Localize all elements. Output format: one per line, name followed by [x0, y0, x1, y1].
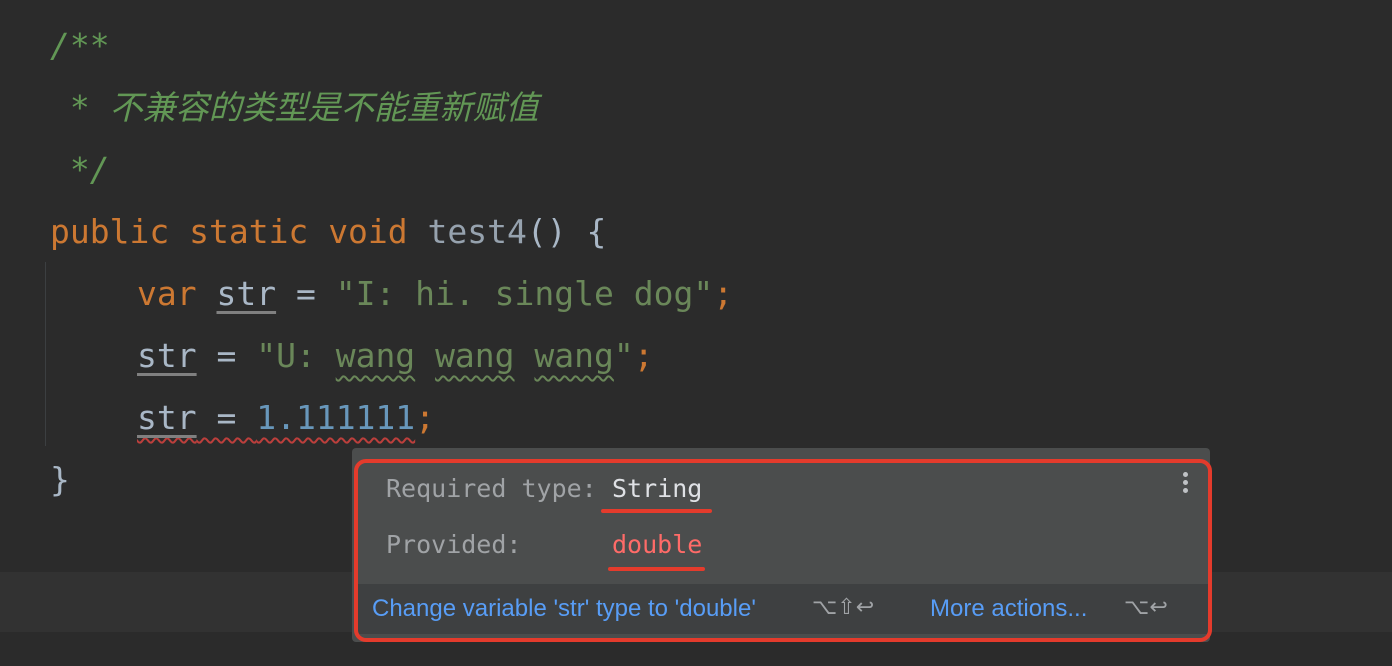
variable-str[interactable]: str [216, 274, 276, 313]
comment-close: */ [50, 150, 110, 189]
brace-close: } [50, 460, 70, 499]
more-actions-link[interactable]: More actions... [930, 595, 1087, 623]
keyword-void: void [328, 212, 408, 251]
typo-word[interactable]: wang [534, 336, 613, 375]
assign-op: = [276, 274, 336, 313]
provided-type-value: double [612, 530, 703, 559]
annotation-underline [608, 567, 705, 571]
string-literal-close: " [613, 336, 634, 375]
variable-str[interactable]: str [137, 398, 197, 437]
required-type-value: String [612, 474, 703, 503]
typo-word[interactable]: wang [435, 336, 514, 375]
assign-op: = [196, 336, 257, 375]
variable-str[interactable]: str [137, 336, 197, 375]
annotation-underline [601, 509, 712, 513]
keyword-var: var [137, 274, 197, 313]
code-line-reassign-string[interactable]: str = "U: wang wang wang"; [137, 334, 654, 378]
provided-type-label: Provided: [386, 530, 522, 559]
change-type-action[interactable]: Change variable 'str' type to 'double' [372, 595, 756, 623]
semicolon: ; [633, 336, 654, 375]
string-literal-open: "U: [256, 336, 336, 375]
indent-guide [45, 262, 46, 446]
method-signature[interactable]: public static void test4() { [50, 210, 606, 254]
brace-open: { [586, 212, 607, 251]
assign-op: = [196, 398, 257, 437]
more-actions-shortcut: ⌥↩ [1124, 595, 1168, 620]
semicolon: ; [415, 398, 436, 437]
semicolon: ; [713, 274, 734, 313]
method-name[interactable]: test4 [428, 212, 527, 251]
comment-body: * 不兼容的类型是不能重新赋值 [50, 88, 539, 127]
change-type-shortcut: ⌥⇧↩ [812, 595, 875, 620]
string-literal: "I: hi. single dog" [335, 274, 714, 313]
method-parens: () [526, 212, 567, 251]
code-line-reassign-double[interactable]: str = 1.111111; [137, 396, 435, 440]
typo-word[interactable]: wang [336, 336, 415, 375]
code-line-var-decl[interactable]: var str = "I: hi. single dog"; [137, 272, 733, 316]
keyword-static: static [189, 212, 309, 251]
comment-open: /** [50, 26, 110, 65]
required-type-label: Required type: [386, 474, 597, 503]
more-options-icon[interactable] [1178, 470, 1192, 496]
number-literal[interactable]: 1.111111 [256, 398, 415, 437]
keyword-public: public [50, 212, 170, 251]
